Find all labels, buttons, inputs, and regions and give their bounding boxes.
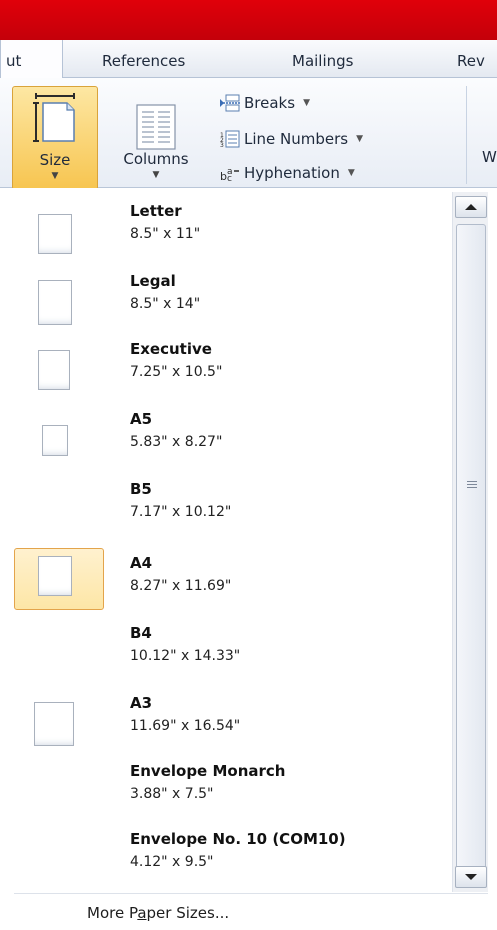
paper-dims: 4.12" x 9.5" [130, 854, 214, 870]
page-thumbnail [38, 214, 72, 254]
paper-name: A3 [130, 694, 153, 712]
menu-item-b4[interactable]: B4 10.12" x 14.33" [10, 624, 450, 694]
breaks-label: Breaks [244, 94, 296, 112]
chevron-down-icon: ▼ [51, 171, 59, 181]
columns-button[interactable]: Columns ▼ [104, 86, 208, 190]
menu-scrollbar[interactable] [452, 192, 488, 892]
title-bar [0, 0, 497, 40]
line-numbers-icon: 1 2 3 [220, 130, 240, 148]
size-button[interactable]: Size ▼ [12, 86, 98, 190]
paper-dims: 10.12" x 14.33" [130, 648, 241, 664]
paper-name: Legal [130, 272, 176, 290]
menu-item-a3[interactable]: A3 11.69" x 16.54" [10, 694, 450, 764]
ribbon: Size ▼ Columns ▼ Breaks ▼ 1 2 3 Line Num… [0, 78, 497, 190]
paper-name: Letter [130, 202, 182, 220]
ribbon-watermark-fragment[interactable]: W [482, 148, 497, 166]
breaks-button[interactable]: Breaks ▼ [220, 90, 310, 116]
columns-label: Columns [123, 150, 189, 168]
access-key: a [137, 904, 147, 922]
scroll-up-icon [465, 204, 477, 210]
svg-text:3: 3 [220, 142, 224, 148]
hyphenation-button[interactable]: b a c Hyphenation ▼ [220, 160, 355, 186]
page-thumbnail [38, 556, 72, 596]
paper-dims: 8.5" x 14" [130, 296, 201, 312]
page-thumbnail [38, 350, 70, 390]
hyphenation-icon: b a c [220, 167, 239, 182]
chevron-down-icon: ▼ [152, 170, 160, 180]
size-label: Size [39, 151, 71, 169]
paper-dims: 7.17" x 10.12" [130, 504, 232, 520]
paper-dims: 3.88" x 7.5" [130, 786, 214, 802]
svg-text:c: c [227, 174, 232, 182]
menu-item-letter[interactable]: Letter 8.5" x 11" [10, 202, 450, 272]
paper-name: A4 [130, 554, 153, 572]
paper-dims: 7.25" x 10.5" [130, 364, 223, 380]
tab-page-layout[interactable]: ut [0, 40, 63, 79]
paper-dims: 8.27" x 11.69" [130, 578, 232, 594]
svg-text:b: b [220, 170, 227, 182]
paper-name: Envelope No. 10 (COM10) [130, 830, 346, 848]
paper-dims: 11.69" x 16.54" [130, 718, 241, 734]
paper-name: B4 [130, 624, 152, 642]
grip-icon [467, 481, 477, 490]
menu-item-b5[interactable]: B5 7.17" x 10.12" [10, 480, 450, 550]
tab-references[interactable]: References [102, 52, 185, 70]
page-thumbnail [42, 425, 68, 456]
line-numbers-button[interactable]: 1 2 3 Line Numbers ▼ [220, 126, 363, 152]
paper-size-menu: Letter 8.5" x 11" Legal 8.5" x 14" Execu… [0, 188, 497, 930]
menu-item-envelope-monarch[interactable]: Envelope Monarch 3.88" x 7.5" [10, 762, 450, 832]
tab-mailings[interactable]: Mailings [292, 52, 353, 70]
more-label-start: More P [87, 904, 138, 922]
paper-name: A5 [130, 410, 153, 428]
paper-dims: 8.5" x 11" [130, 226, 201, 242]
more-paper-sizes-item[interactable]: More Paper Sizes... [87, 904, 229, 922]
scroll-up-button[interactable] [455, 196, 487, 218]
page-thumbnail [34, 702, 74, 746]
paper-dims: 5.83" x 8.27" [130, 434, 223, 450]
scroll-down-icon [465, 874, 477, 880]
chevron-down-icon: ▼ [303, 98, 310, 108]
ribbon-tab-row: ut References Mailings Rev [0, 40, 497, 79]
menu-item-executive[interactable]: Executive 7.25" x 10.5" [10, 340, 450, 410]
paper-name: B5 [130, 480, 152, 498]
hyphenation-label: Hyphenation [244, 164, 340, 182]
columns-icon [136, 104, 176, 150]
menu-item-envelope-com10[interactable]: Envelope No. 10 (COM10) 4.12" x 9.5" [10, 830, 450, 900]
ribbon-separator [466, 86, 467, 184]
line-numbers-label: Line Numbers [244, 130, 349, 148]
menu-item-a4[interactable]: A4 8.27" x 11.69" [10, 548, 450, 630]
scroll-down-button[interactable] [455, 866, 487, 888]
chevron-down-icon: ▼ [356, 134, 364, 144]
paper-name: Envelope Monarch [130, 762, 286, 780]
page-thumbnail [38, 280, 72, 325]
scrollbar-thumb[interactable] [456, 224, 486, 872]
paper-name: Executive [130, 340, 212, 358]
tab-review[interactable]: Rev [457, 52, 485, 70]
breaks-icon [220, 94, 240, 112]
menu-item-legal[interactable]: Legal 8.5" x 14" [10, 272, 450, 342]
more-label-end: per Sizes... [146, 904, 230, 922]
size-icon [33, 93, 75, 142]
menu-item-a5[interactable]: A5 5.83" x 8.27" [10, 410, 450, 480]
chevron-down-icon: ▼ [347, 168, 355, 178]
menu-separator [14, 893, 488, 894]
